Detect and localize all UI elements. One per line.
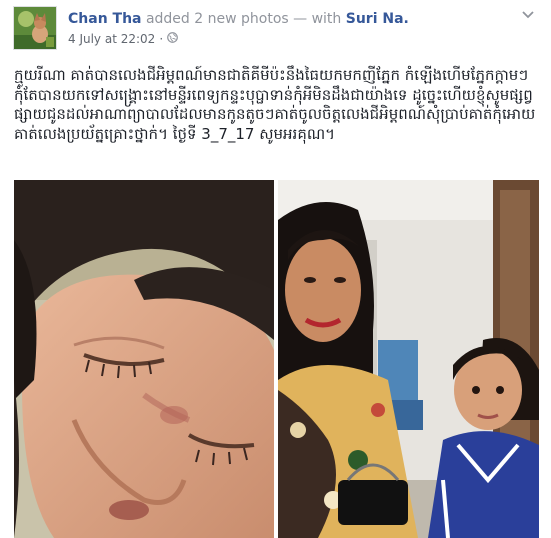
- post-action: added 2 new photos: [145, 11, 289, 27]
- chevron-down-icon[interactable]: [519, 6, 537, 24]
- post-photo-1[interactable]: [14, 180, 274, 538]
- author-avatar[interactable]: [13, 6, 57, 50]
- feed-post: Chan Tha added 2 new photos — with Suri …: [0, 0, 551, 538]
- post-header: Chan Tha added 2 new photos — with Suri …: [68, 10, 508, 28]
- avatar-image: [14, 7, 56, 49]
- author-name[interactable]: Chan Tha: [68, 11, 142, 27]
- child-face-image: [14, 180, 274, 538]
- post-photo-2[interactable]: [278, 180, 539, 538]
- meta-separator: ·: [159, 32, 164, 46]
- globe-icon[interactable]: [167, 32, 179, 46]
- with-separator: — with: [293, 11, 342, 27]
- tagged-person[interactable]: Suri Na.: [346, 11, 409, 27]
- woman-child-image: [278, 180, 539, 538]
- post-meta: 4 July at 22:02 ·: [68, 32, 179, 46]
- post-timestamp[interactable]: 4 July at 22:02: [68, 32, 155, 46]
- post-text: ក្មួយរីណា គាត់បានលេងជីអិម្ដពណ៍មានជាតិគីម…: [14, 66, 536, 143]
